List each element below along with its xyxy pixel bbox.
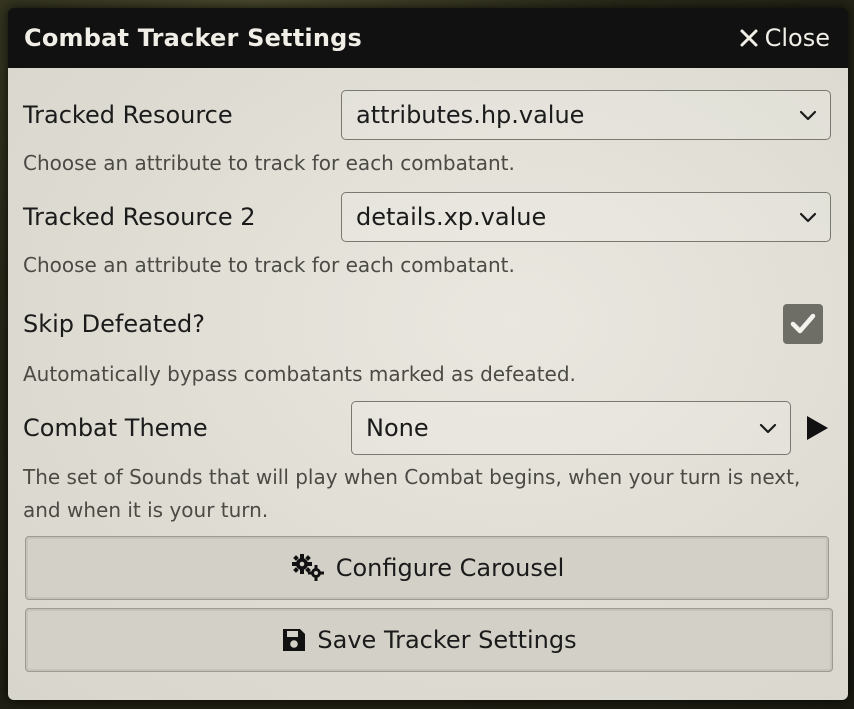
combat-theme-value: None xyxy=(366,414,429,442)
tracked-resource-label: Tracked Resource xyxy=(23,101,233,129)
close-button[interactable]: Close xyxy=(739,24,830,52)
save-tracker-settings-label: Save Tracker Settings xyxy=(317,626,577,654)
window-header[interactable]: Combat Tracker Settings Close xyxy=(8,8,848,68)
skip-defeated-hint: Automatically bypass combatants marked a… xyxy=(23,362,576,386)
tracked-resource-2-value: details.xp.value xyxy=(356,203,547,231)
combat-theme-hint: The set of Sounds that will play when Co… xyxy=(23,465,801,522)
floppy-disk-icon xyxy=(283,629,306,651)
tracked-resource-2-select[interactable]: details.xp.value xyxy=(341,192,831,242)
close-icon xyxy=(740,29,758,47)
combat-theme-group: Combat Theme None xyxy=(23,401,831,455)
skip-defeated-group: Skip Defeated? xyxy=(23,304,831,344)
combat-theme-controls: None xyxy=(351,401,831,455)
chevron-down-icon xyxy=(799,212,817,223)
combat-theme-select[interactable]: None xyxy=(351,401,791,455)
skip-defeated-checkbox[interactable] xyxy=(783,304,823,344)
window-title: Combat Tracker Settings xyxy=(24,24,362,52)
configure-carousel-button[interactable]: Configure Carousel xyxy=(25,536,829,600)
settings-form: Tracked Resource attributes.hp.value Cho… xyxy=(8,68,848,700)
skip-defeated-label: Skip Defeated? xyxy=(23,310,205,338)
play-icon xyxy=(807,416,828,440)
tracked-resource-select[interactable]: attributes.hp.value xyxy=(341,90,831,140)
save-tracker-settings-button[interactable]: Save Tracker Settings xyxy=(25,608,833,672)
combat-tracker-settings-window: Combat Tracker Settings Close Tracked Re… xyxy=(8,8,848,700)
close-label: Close xyxy=(764,24,830,52)
check-icon xyxy=(790,313,816,334)
chevron-down-icon xyxy=(799,110,817,121)
tracked-resource-hint: Choose an attribute to track for each co… xyxy=(23,151,515,175)
chevron-down-icon xyxy=(759,423,777,434)
cogs-icon xyxy=(291,554,324,581)
tracked-resource-value: attributes.hp.value xyxy=(356,101,585,129)
combat-theme-label: Combat Theme xyxy=(23,414,208,442)
tracked-resource-2-hint: Choose an attribute to track for each co… xyxy=(23,253,515,277)
tracked-resource-2-label: Tracked Resource 2 xyxy=(23,203,256,231)
configure-carousel-label: Configure Carousel xyxy=(335,554,565,582)
tracked-resource-2-group: Tracked Resource 2 details.xp.value xyxy=(23,192,831,242)
tracked-resource-group: Tracked Resource attributes.hp.value xyxy=(23,90,831,140)
play-theme-button[interactable] xyxy=(803,414,831,442)
